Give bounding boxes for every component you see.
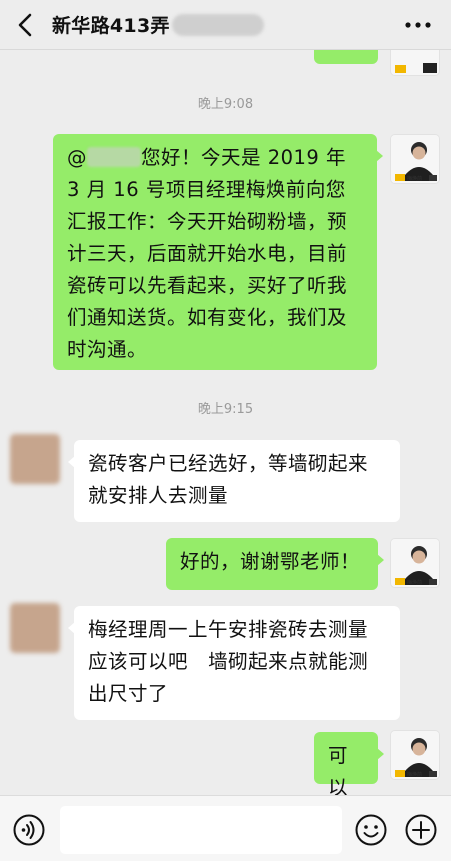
sent-message-bubble[interactable]: @ 您好！今天是 2019 年 3 月 16 号项目经理梅焕前向您汇报工作：今天开…	[53, 134, 383, 370]
message-text: 可以	[328, 744, 349, 795]
emoji-icon[interactable]	[354, 813, 388, 847]
message-list[interactable]: 晚上9:08 @ 您好！今天是 2019 年 3 月 16 号项目经理梅焕前向您汇…	[0, 50, 451, 795]
contact-avatar[interactable]	[10, 603, 60, 653]
more-dots-icon[interactable]	[401, 14, 435, 36]
my-avatar[interactable]: 梅焕前	[390, 730, 440, 780]
redacted-mention-name	[87, 147, 141, 167]
message-text: 梅经理周一上午安排瓷砖去测量应该可以吧 墙砌起来点就能测出尺寸了	[88, 618, 369, 705]
timestamp: 晚上9:08	[197, 97, 254, 112]
chat-title: 新华路413弄	[52, 15, 170, 37]
received-message-bubble[interactable]: 瓷砖客户已经选好，等墙砌起来就安排人去测量	[68, 440, 400, 522]
mention-at: @	[67, 146, 87, 169]
received-message-bubble[interactable]: 梅经理周一上午安排瓷砖去测量应该可以吧 墙砌起来点就能测出尺寸了	[68, 606, 400, 720]
previous-message-bubble[interactable]	[314, 50, 378, 64]
avatar-caption: 梅焕前	[407, 175, 422, 182]
plus-icon[interactable]	[404, 813, 438, 847]
back-icon[interactable]	[12, 10, 40, 40]
redacted-title-suffix	[172, 14, 264, 36]
sent-message-bubble[interactable]: 好的，谢谢鄂老师！	[166, 538, 384, 590]
timestamp: 晚上9:15	[197, 402, 254, 417]
voice-icon[interactable]	[12, 813, 46, 847]
contact-avatar[interactable]	[10, 434, 60, 484]
avatar-caption: 梅焕前	[407, 771, 422, 778]
sent-message-bubble[interactable]: 可以	[314, 732, 384, 795]
message-text: 您好！今天是 2019 年 3 月 16 号项目经理梅焕前向您汇报工作：今天开始…	[67, 146, 348, 361]
message-text: 瓷砖客户已经选好，等墙砌起来就安排人去测量	[88, 452, 369, 507]
my-avatar[interactable]	[390, 50, 440, 76]
message-input[interactable]	[60, 806, 342, 854]
my-avatar[interactable]: 梅焕前	[390, 538, 440, 588]
message-text: 好的，谢谢鄂老师！	[180, 550, 361, 573]
avatar-caption: 梅焕前	[407, 579, 422, 586]
my-avatar[interactable]: 梅焕前	[390, 134, 440, 184]
input-bar	[0, 795, 451, 861]
chat-header: 新华路413弄	[0, 0, 451, 50]
